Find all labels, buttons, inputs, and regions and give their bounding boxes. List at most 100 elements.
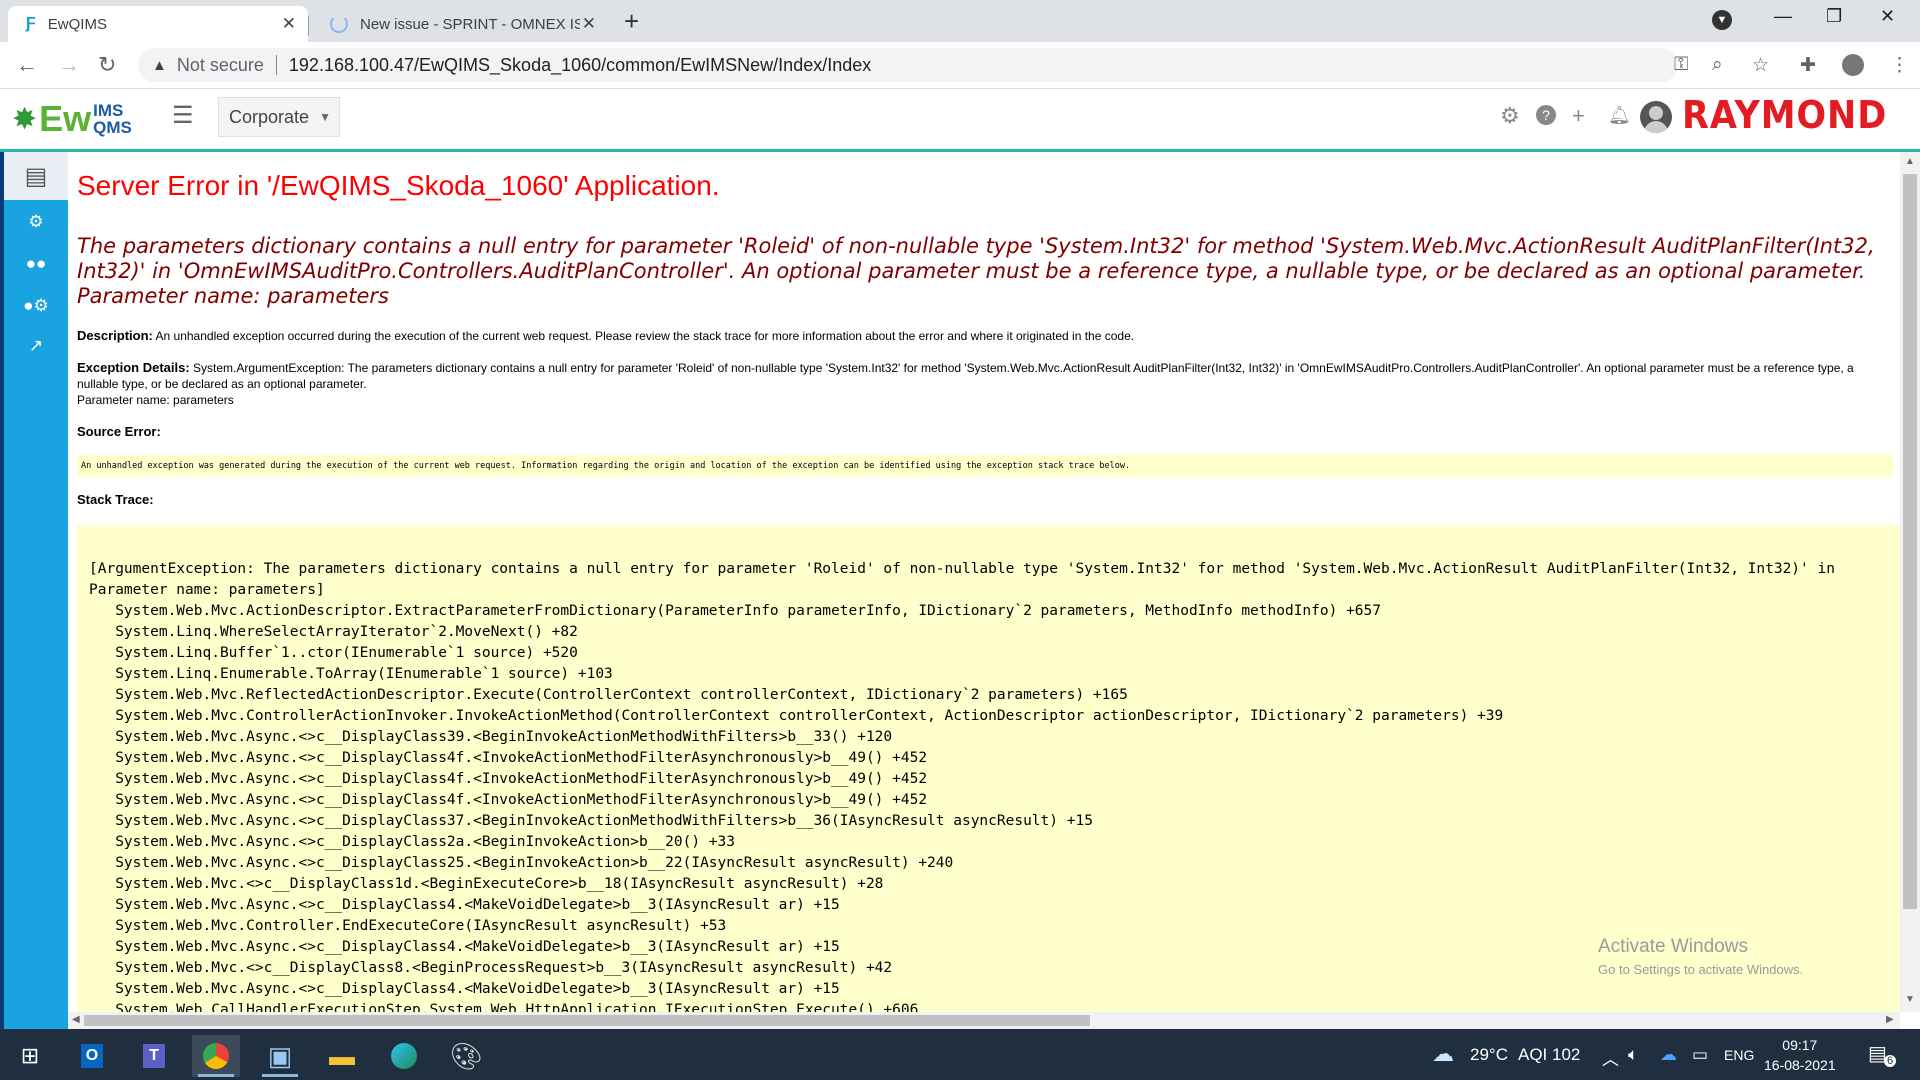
description-label: Description: [77, 328, 153, 343]
bookmark-star-icon[interactable]: ☆ [1752, 54, 1769, 77]
vertical-scroll-thumb[interactable] [1903, 174, 1917, 909]
address-bar[interactable]: ▲ Not secure 192.168.100.47/EwQIMS_Skoda… [138, 48, 1678, 82]
tab-search-icon[interactable]: ▼ [1712, 10, 1732, 30]
logo-ew-text: Ew [39, 98, 92, 139]
tray-chevron-up-icon[interactable]: ︿ [1602, 1045, 1619, 1070]
description-text: An unhandled exception occurred during t… [155, 329, 1135, 343]
organization-select[interactable]: Corporate ▼ [218, 97, 340, 137]
watermark-title: Activate Windows [1598, 936, 1748, 957]
outlook-icon[interactable]: O [68, 1035, 116, 1077]
leaf-logo-icon: ✸ [12, 102, 38, 136]
security-label[interactable]: Not secure [177, 55, 264, 76]
vertical-scrollbar[interactable]: ▲ ▼ [1900, 152, 1920, 1012]
user-settings-icon[interactable]: ●⚙ [4, 296, 68, 316]
help-icon[interactable]: ? [1536, 105, 1556, 125]
horizontal-scrollbar[interactable]: ◀ ▶ [68, 1012, 1900, 1029]
exception-param-text: Parameter name: parameters [77, 393, 234, 407]
ewqims-logo[interactable]: ✸ Ew IMS QMS [12, 93, 132, 145]
hamburger-icon[interactable]: ☰ [172, 101, 194, 130]
windows-start-icon[interactable]: ⊞ [6, 1035, 54, 1077]
file-explorer-icon[interactable]: ▬ [318, 1035, 366, 1077]
left-sidebar: ▤ ⚙ ●● ●⚙ ↗ [0, 152, 68, 1029]
browser-tab-ewqims[interactable]: Ƒ EwQIMS ✕ [8, 6, 308, 42]
logo-ims-text: IMS [93, 101, 124, 120]
window-close-icon[interactable]: ✕ [1880, 6, 1895, 27]
error-message: The parameters dictionary contains a nul… [77, 234, 1875, 308]
teams-icon[interactable]: T [130, 1035, 178, 1077]
edge-icon[interactable] [380, 1035, 428, 1077]
horizontal-scroll-thumb[interactable] [84, 1015, 1090, 1026]
settings-gear-icon[interactable]: ⚙ [1500, 103, 1520, 129]
stack-trace-heading: Stack Trace: [77, 492, 1887, 508]
key-icon[interactable]: ⚿ [1674, 54, 1688, 76]
zoom-icon[interactable]: ⌕ [1712, 54, 1723, 76]
scroll-right-arrow-icon[interactable]: ▶ [1886, 1014, 1894, 1025]
minimize-icon[interactable]: — [1774, 6, 1792, 27]
warning-icon[interactable]: ▲ [152, 57, 167, 74]
stack-trace-text: [ArgumentException: The parameters dicti… [89, 561, 1835, 1012]
forward-arrow-icon[interactable]: → [58, 52, 80, 78]
volume-icon[interactable]: 🔈︎ [1628, 1045, 1638, 1065]
aqi-text[interactable]: AQI 102 [1518, 1045, 1580, 1065]
windows-taskbar: ⊞ O T ▣ ▬ 🎨︎ ☁ 29°C AQI 102 ︿ 🔈︎ ☁ ▭ ENG… [0, 1029, 1920, 1080]
paint-icon[interactable]: 🎨︎ [442, 1035, 490, 1077]
user-avatar[interactable] [1640, 101, 1672, 133]
loading-spinner-icon [330, 15, 348, 33]
scroll-up-arrow-icon[interactable]: ▲ [1905, 156, 1915, 167]
system-clock[interactable]: 09:17 16-08-2021 [1764, 1035, 1836, 1075]
new-tab-button[interactable]: + [624, 6, 639, 37]
source-error-heading: Source Error: [77, 424, 1887, 440]
activate-windows-watermark: Activate Windows Go to Settings to activ… [1598, 936, 1803, 977]
add-icon[interactable]: + [1572, 103, 1585, 129]
organization-select-value: Corporate [229, 106, 310, 127]
page-title: Server Error in '/EwQIMS_Skoda_1060' App… [77, 170, 720, 201]
reload-icon[interactable]: ↻ [98, 52, 116, 78]
tab-title: New issue - SPRINT - OMNEX ISSUE [360, 15, 580, 33]
remote-desktop-icon[interactable]: ▣ [256, 1035, 304, 1077]
notification-bell-icon[interactable]: 🔔︎ [1608, 105, 1631, 126]
profile-icon[interactable] [1842, 54, 1864, 76]
browser-menu-icon[interactable]: ⋮ [1890, 54, 1909, 77]
clock-date: 16-08-2021 [1764, 1057, 1836, 1073]
tab-close-icon[interactable]: ✕ [282, 14, 296, 34]
chrome-icon[interactable] [192, 1035, 240, 1077]
favicon-ewqims-icon: Ƒ [26, 15, 36, 32]
source-error-box: An unhandled exception was generated dur… [77, 455, 1893, 477]
network-icon[interactable]: ▭ [1692, 1045, 1708, 1065]
divider [275, 55, 277, 75]
chart-icon[interactable]: ↗ [4, 336, 68, 356]
logo-qms-text: QMS [93, 118, 132, 137]
clock-time: 09:17 [1782, 1037, 1818, 1053]
scroll-left-arrow-icon[interactable]: ◀ [72, 1014, 80, 1025]
users-icon[interactable]: ●● [4, 254, 68, 274]
watermark-subtitle: Go to Settings to activate Windows. [1598, 962, 1804, 977]
document-icon[interactable]: ▤ [4, 152, 68, 200]
restore-icon[interactable]: ❐ [1826, 6, 1842, 27]
active-indicator [262, 1074, 298, 1077]
weather-cloud-icon[interactable]: ☁ [1432, 1041, 1454, 1067]
back-arrow-icon[interactable]: ← [16, 52, 38, 78]
tab-title: EwQIMS [47, 15, 107, 33]
url-text[interactable]: 192.168.100.47/EwQIMS_Skoda_1060/common/… [289, 55, 871, 76]
onedrive-cloud-icon[interactable]: ☁ [1660, 1045, 1677, 1065]
weather-temperature[interactable]: 29°C [1470, 1045, 1508, 1065]
extensions-icon[interactable]: ✚ [1800, 54, 1816, 77]
error-content: Server Error in '/EwQIMS_Skoda_1060' App… [68, 152, 1900, 1012]
gear-icon[interactable]: ⚙ [4, 212, 68, 232]
language-indicator[interactable]: ENG [1724, 1047, 1754, 1063]
app-header: ✸ Ew IMS QMS ☰ Corporate ▼ ⚙ ? + 🔔︎ RAYM… [0, 89, 1920, 152]
exception-label: Exception Details: [77, 360, 190, 375]
exception-text: System.ArgumentException: The parameters… [77, 361, 1854, 391]
notification-count-badge: 6 [1884, 1055, 1897, 1067]
description-section: Description: An unhandled exception occu… [77, 328, 1887, 344]
exception-details-section: Exception Details: System.ArgumentExcept… [77, 360, 1887, 408]
raymond-brand-logo: RAYMOND [1682, 93, 1888, 137]
chevron-down-icon: ▼ [319, 110, 331, 124]
logo-stack: IMS QMS [93, 102, 132, 136]
browser-tab-new-issue[interactable]: New issue - SPRINT - OMNEX ISSUE ✕ [312, 6, 608, 42]
tab-close-icon[interactable]: ✕ [582, 14, 596, 34]
active-indicator [198, 1074, 234, 1077]
stack-trace-label: Stack Trace: [77, 492, 154, 507]
scroll-down-arrow-icon[interactable]: ▼ [1905, 994, 1915, 1005]
source-error-label: Source Error: [77, 424, 161, 439]
